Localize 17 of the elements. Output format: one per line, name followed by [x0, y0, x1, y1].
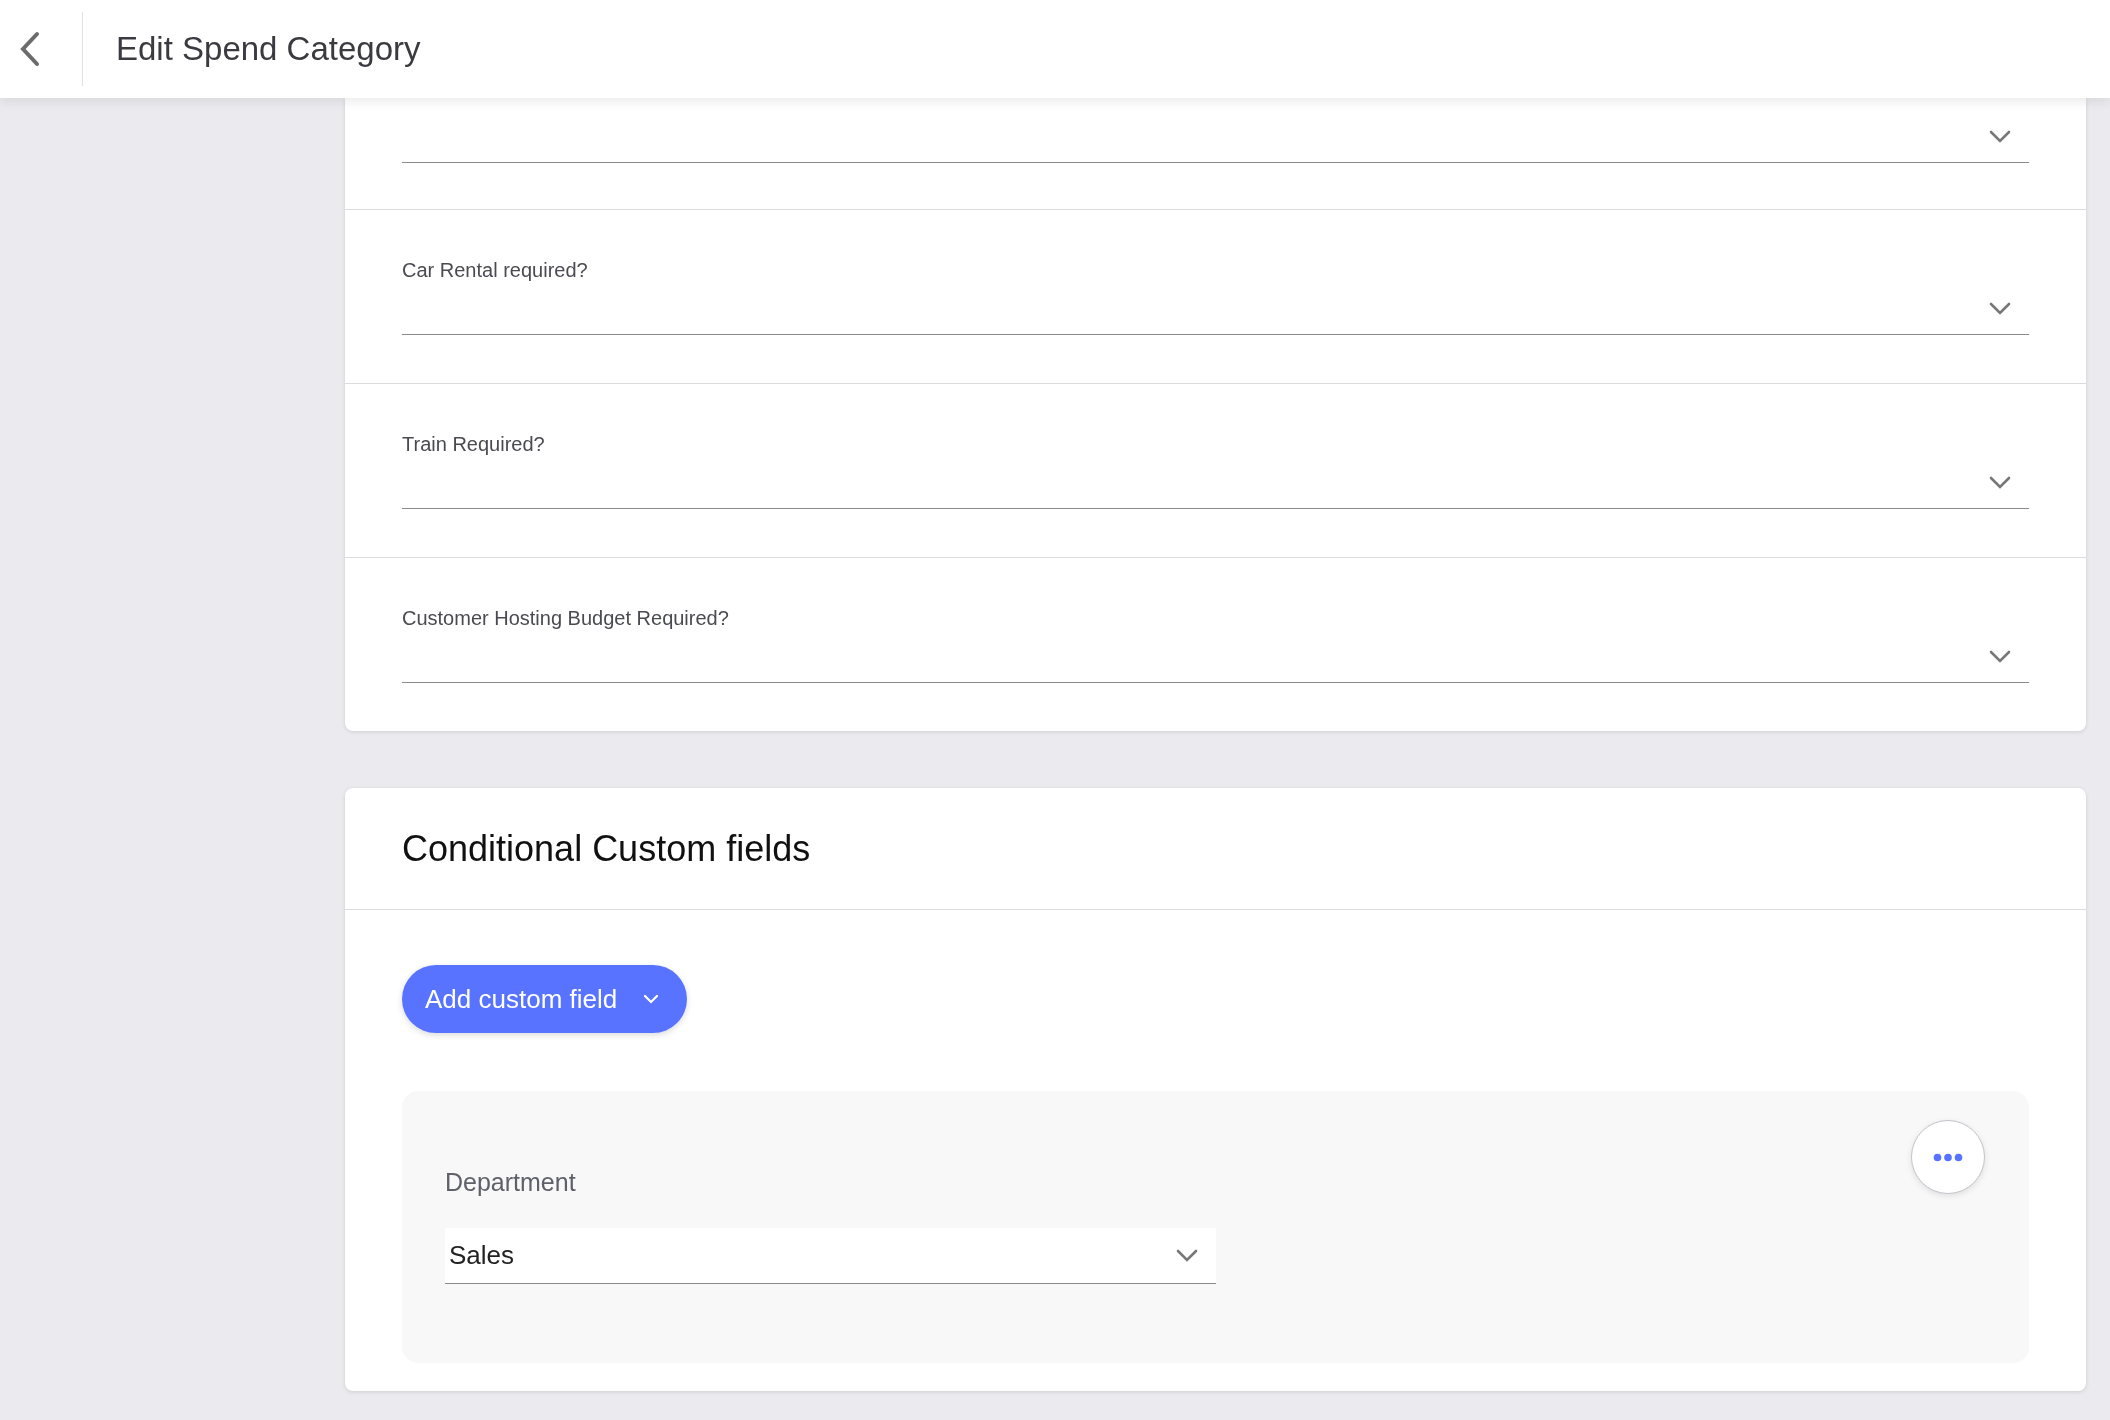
chevron-down-icon: [1989, 475, 2011, 489]
chevron-down-icon: [1989, 649, 2011, 663]
field-label: Department: [445, 1167, 577, 1197]
field-label: Customer Hosting Budget Required?: [402, 606, 730, 630]
more-icon: [1933, 1152, 1963, 1162]
section-title: Conditional Custom fields: [402, 826, 811, 871]
chevron-down-icon: [1989, 129, 2011, 143]
more-options-button[interactable]: [1911, 1120, 1985, 1194]
field-label: Car Rental required?: [402, 258, 589, 282]
chevron-down-icon: [1989, 301, 2011, 315]
caret-icon: [643, 994, 660, 1004]
add-custom-field-button[interactable]: Add custom field: [402, 965, 688, 1033]
back-icon: [19, 31, 41, 67]
dropdown-field[interactable]: Sales: [445, 1228, 1216, 1284]
page-title: Edit Spend Category: [116, 29, 421, 70]
field-label: Train Required?: [402, 432, 546, 456]
chevron-down-icon: [1176, 1249, 1198, 1262]
